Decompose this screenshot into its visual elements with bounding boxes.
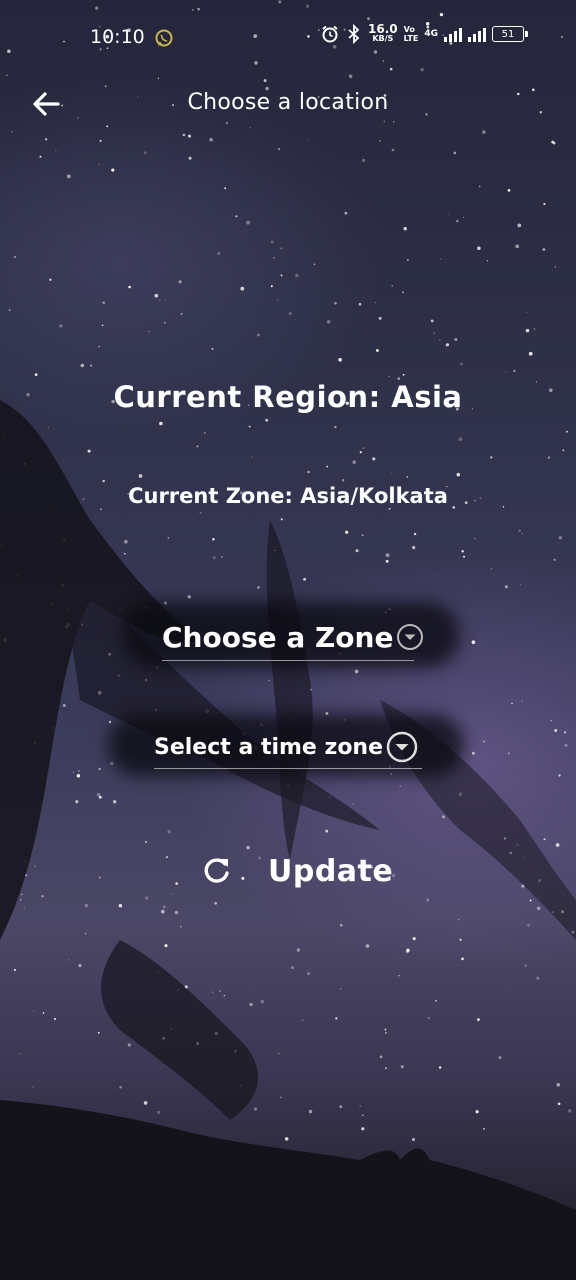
zone-dropdown-label: Choose a Zone	[162, 620, 394, 654]
timezone-dropdown[interactable]: Select a time zone	[154, 726, 422, 769]
app-bar: Choose a location	[0, 72, 576, 136]
chevron-down-circle-icon	[385, 730, 419, 764]
alarm-icon	[322, 25, 338, 43]
whatsapp-icon	[155, 29, 173, 47]
current-region-text: Current Region: Asia	[113, 380, 463, 414]
battery-level: 51	[501, 28, 515, 40]
refresh-icon	[204, 858, 229, 883]
volte-top: Vo	[403, 25, 415, 34]
volte-bottom: LTE	[403, 34, 419, 43]
volte-indicator: Vo LTE	[404, 25, 419, 43]
network-type: 4G	[424, 29, 438, 39]
bluetooth-icon	[348, 24, 360, 44]
update-button[interactable]: Update	[196, 846, 396, 896]
zone-dropdown[interactable]: Choose a Zone	[162, 614, 424, 661]
status-time: 10:10	[90, 26, 145, 48]
network-speed: 16.0 KB/S	[368, 22, 398, 44]
signal-icon-2	[467, 26, 486, 42]
battery-icon: 51	[491, 26, 528, 42]
timezone-dropdown-label: Select a time zone	[154, 734, 384, 760]
net-speed-unit: KB/S	[372, 34, 394, 43]
update-label: Update	[268, 853, 394, 889]
status-bar: 10:10 16.0 KB/S Vo LTE 4G 51	[0, 0, 576, 72]
signal-icon	[443, 26, 462, 42]
current-zone-text: Current Zone: Asia/Kolkata	[128, 484, 448, 508]
net-speed-value: 16.0	[368, 22, 398, 36]
page-title: Choose a location	[187, 90, 389, 115]
chevron-down-circle-icon	[395, 622, 425, 652]
